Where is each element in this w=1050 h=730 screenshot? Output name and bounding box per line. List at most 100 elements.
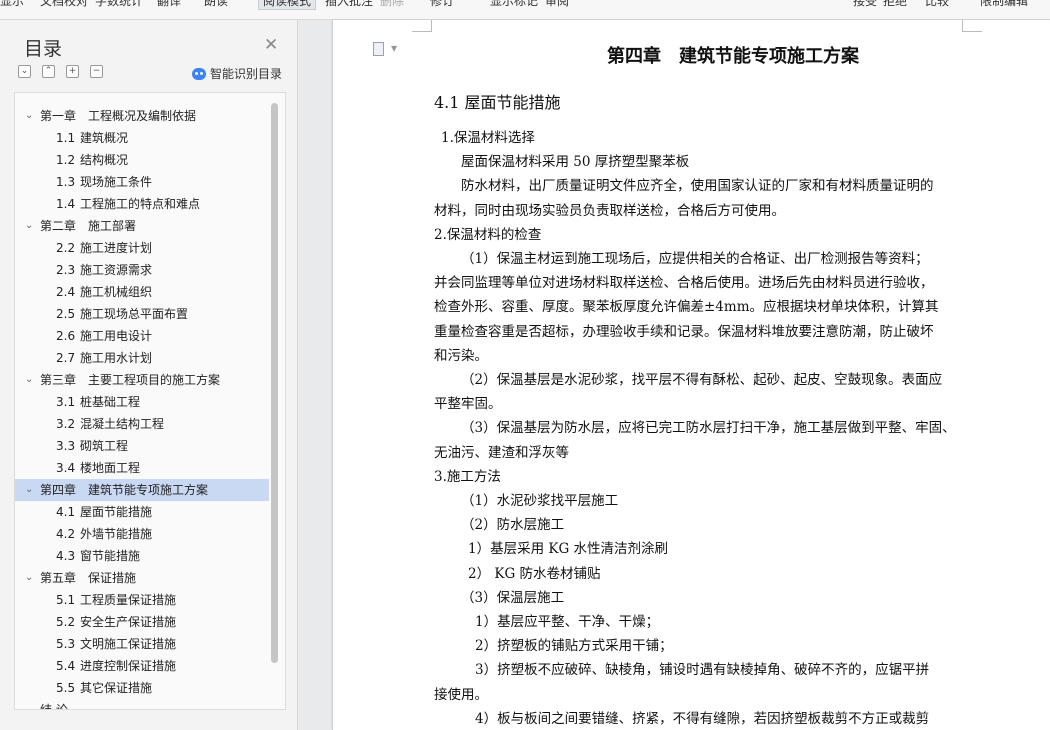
toc-item[interactable]: 1.3 现场施工条件: [15, 171, 269, 193]
toolbar-item[interactable]: 显示标记: [490, 0, 538, 9]
body-text-line: 2.保温材料的检查: [434, 226, 542, 243]
body-text-line: 重量检查容重是否超标，办理验收手续和记录。保温材料堆放要注意防潮，防止破坏: [434, 323, 934, 340]
toc-item-label: 窗节能措施: [80, 549, 141, 563]
toc-item-number: 1.4: [56, 197, 76, 211]
toolbar-item[interactable]: 阅读模式: [258, 0, 317, 10]
toolbar-item[interactable]: 删除: [380, 0, 404, 9]
toc-item[interactable]: 2.5 施工现场总平面布置: [15, 303, 269, 325]
document-page[interactable]: ▼ 第四章 建筑节能专项施工方案 4.1 屋面节能措施 1.保温材料选择 屋面保温…: [332, 20, 1050, 730]
chevron-down-icon[interactable]: ⌄: [25, 479, 37, 501]
document-icon[interactable]: [373, 42, 384, 56]
toc-item[interactable]: 5.4 进度控制保证措施: [15, 655, 269, 677]
toc-sidebar: 目录 ✕ ⌄ ⌃ + − 智能识别目录 ⌄ 第一章 工程概况及编制依据 1.1 建筑概况…: [0, 20, 298, 730]
toc-item-number: 第三章: [40, 373, 77, 387]
toc-item[interactable]: 3.2 混凝土结构工程: [15, 413, 269, 435]
toc-item[interactable]: 4.1 屋面节能措施: [15, 501, 269, 523]
toc-item[interactable]: 2.3 施工资源需求: [15, 259, 269, 281]
toc-item-label: 混凝土结构工程: [80, 417, 165, 431]
toc-item-number: 2.7: [56, 351, 76, 365]
toc-item[interactable]: 4.3 窗节能措施: [15, 545, 269, 567]
toc-item[interactable]: 2.6 施工用电设计: [15, 325, 269, 347]
body-text-line: （2）保温基层是水泥砂浆，找平层不得有酥松、起砂、起皮、空鼓现象。表面应: [461, 372, 943, 388]
toc-item[interactable]: 2.2 施工进度计划: [15, 237, 269, 259]
toc-item-label: 施工用电设计: [80, 329, 153, 343]
toc-item-number: 4.3: [56, 549, 76, 563]
toc-item[interactable]: ⌄ 第一章 工程概况及编制依据: [15, 105, 269, 127]
toc-item-label: 主要工程项目的施工方案: [88, 373, 221, 387]
toc-item[interactable]: 5.3 文明施工保证措施: [15, 633, 269, 655]
toc-item-number: 4.1: [56, 505, 76, 519]
toc-item[interactable]: 2.7 施工用水计划: [15, 347, 269, 369]
body-text-line: （2）防水层施工: [461, 517, 565, 534]
toc-list: ⌄ 第一章 工程概况及编制依据 1.1 建筑概况 1.2 结构概况 1.3 现场施工条件 1.4 工…: [14, 92, 286, 710]
toc-item-number: 1.1: [56, 131, 76, 145]
toc-item-label: 其它保证措施: [80, 681, 153, 695]
chevron-down-icon[interactable]: ⌄: [25, 369, 37, 391]
toc-item[interactable]: ⌄ 第五章 保证措施: [15, 567, 269, 589]
toolbar-item[interactable]: 修订: [430, 0, 454, 9]
toc-item-number: 5.1: [56, 593, 76, 607]
toc-item-label: 安全生产保证措施: [80, 615, 177, 629]
toc-item[interactable]: 2.4 施工机械组织: [15, 281, 269, 303]
toc-scrollbar[interactable]: [271, 103, 278, 663]
toolbar-item[interactable]: 审阅: [545, 0, 569, 9]
toc-item-number: 3.2: [56, 417, 76, 431]
toc-item[interactable]: ⌄ 第四章 建筑节能专项施工方案: [15, 479, 269, 501]
toc-item[interactable]: 1.1 建筑概况: [15, 127, 269, 149]
toc-item[interactable]: 1.2 结构概况: [15, 149, 269, 171]
toc-item[interactable]: 3.3 砌筑工程: [15, 435, 269, 457]
toc-item[interactable]: 4.2 外墙节能措施: [15, 523, 269, 545]
smart-toc-label: 智能识别目录: [210, 67, 283, 81]
body-text-line: 4）板与板间之间要错缝、挤紧，不得有缝隙，若因挤塑板裁剪不方正或裁剪: [475, 710, 930, 727]
chevron-down-icon[interactable]: ⌄: [25, 215, 37, 237]
toc-item[interactable]: 3.4 楼地面工程: [15, 457, 269, 479]
toc-item-number: 第五章: [40, 571, 77, 585]
collapse-all-icon[interactable]: ⌄: [18, 65, 31, 78]
toc-item-label: 文明施工保证措施: [80, 637, 177, 651]
toc-item-label: 工程施工的特点和难点: [80, 197, 201, 211]
body-text-line: 屋面保温材料采用 50 厚挤塑型聚苯板: [461, 154, 690, 171]
body-text-line: 平整牢固。: [434, 396, 502, 413]
toolbar-item[interactable]: 文档校对: [40, 0, 88, 9]
remove-heading-icon[interactable]: −: [90, 65, 103, 78]
toolbar-item[interactable]: 限制编辑: [980, 0, 1028, 9]
toc-item-label: 桩基础工程: [80, 395, 141, 409]
toc-item-label: 现场施工条件: [80, 175, 153, 189]
body-text-line: 检查外形、容重、厚度。聚苯板厚度允许偏差±4mm。应根据块材单块体积，计算其: [434, 299, 939, 316]
toc-item-number: 2.2: [56, 241, 76, 255]
toc-item[interactable]: ⌄ 第二章 施工部署: [15, 215, 269, 237]
toc-item-number: 2.3: [56, 263, 76, 277]
toc-item-number: 第一章: [40, 109, 77, 123]
toolbar-item[interactable]: 朗读: [204, 0, 228, 9]
toc-item[interactable]: 3.1 桩基础工程: [15, 391, 269, 413]
body-text-line: 并会同监理等单位对进场材料取样送检、合格后使用。进场后先由材料员进行验收，: [434, 275, 934, 292]
chevron-down-icon[interactable]: ⌄: [25, 105, 37, 127]
toolbar-item[interactable]: 拒绝: [883, 0, 907, 9]
toc-item-number: 4.2: [56, 527, 76, 541]
toc-item[interactable]: 5.2 安全生产保证措施: [15, 611, 269, 633]
chevron-down-icon[interactable]: ▼: [391, 44, 397, 53]
toc-item-number: 5.2: [56, 615, 76, 629]
toolbar-item[interactable]: 翻译: [157, 0, 181, 9]
expand-up-icon[interactable]: ⌃: [42, 65, 55, 78]
smart-toc-button[interactable]: 智能识别目录: [192, 65, 282, 82]
close-icon[interactable]: ✕: [264, 35, 278, 55]
toolbar-item[interactable]: 比较: [925, 0, 949, 9]
toc-item-number: 1.3: [56, 175, 76, 189]
chevron-down-icon[interactable]: ⌄: [25, 567, 37, 589]
body-text-line: （1）水泥砂浆找平层施工: [461, 493, 619, 509]
body-text-line: 接使用。: [434, 686, 488, 703]
toc-item[interactable]: 5.1 工程质量保证措施: [15, 589, 269, 611]
toolbar-item[interactable]: 插入批注: [325, 0, 373, 9]
toc-item[interactable]: 1.4 工程施工的特点和难点: [15, 193, 269, 215]
toc-item-number: 3.4: [56, 461, 76, 475]
add-heading-icon[interactable]: +: [66, 65, 79, 78]
toc-item-label: 建筑概况: [80, 131, 129, 145]
toc-item[interactable]: 结 论: [15, 699, 269, 709]
toc-item[interactable]: 5.5 其它保证措施: [15, 677, 269, 699]
toolbar-item[interactable]: 显示: [0, 0, 24, 9]
toc-item-label: 进度控制保证措施: [80, 659, 177, 673]
toolbar-item[interactable]: 字数统计: [95, 0, 143, 9]
toolbar-item[interactable]: 接受: [853, 0, 877, 9]
toc-item[interactable]: ⌄ 第三章 主要工程项目的施工方案: [15, 369, 269, 391]
